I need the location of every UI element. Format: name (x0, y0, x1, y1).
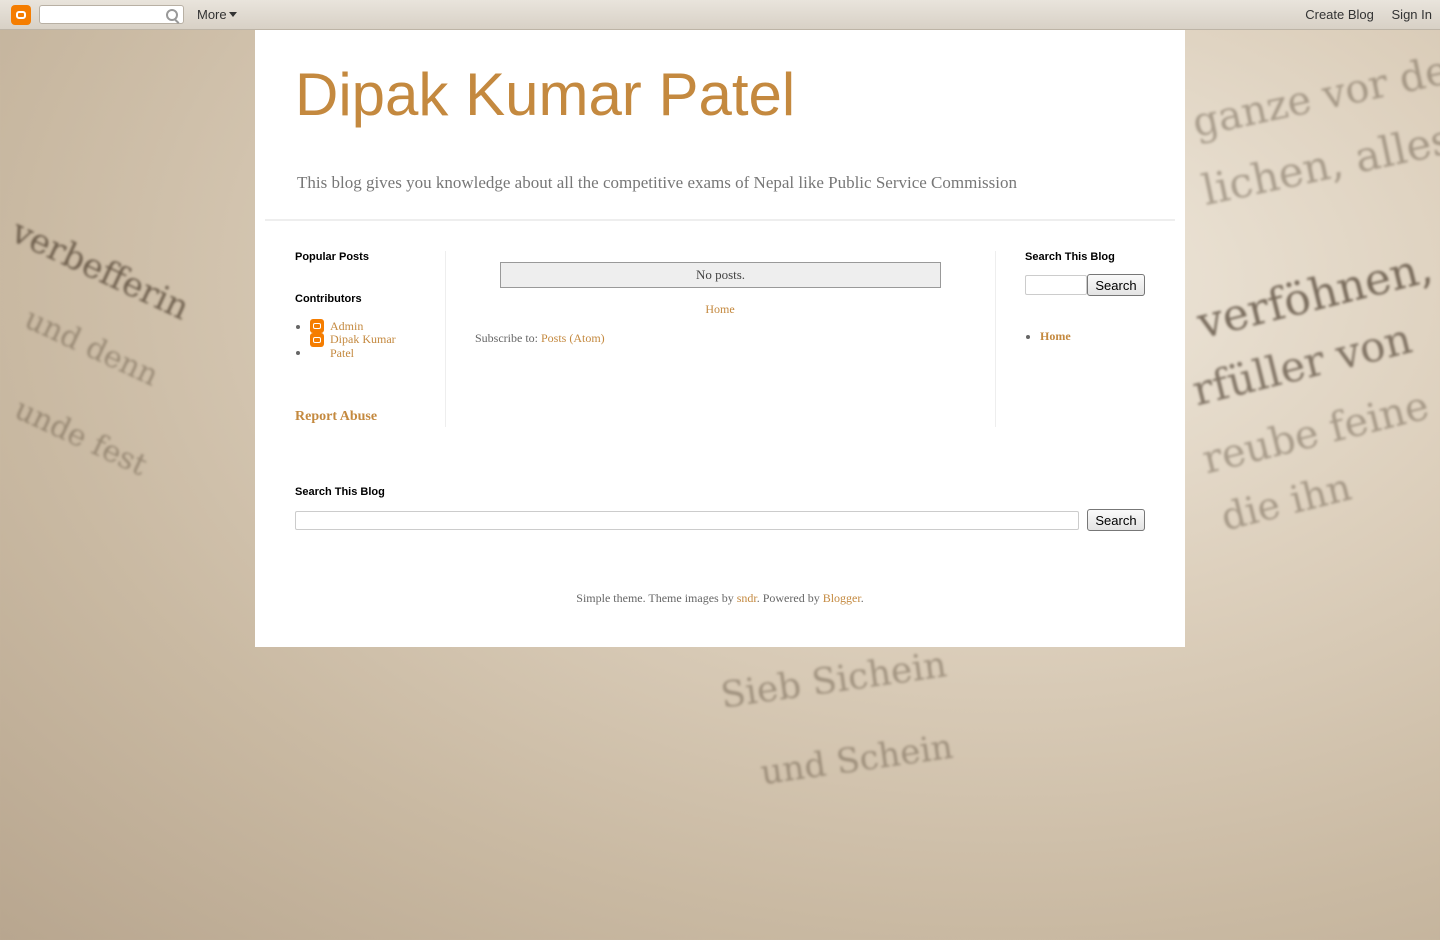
subscribe-prefix: Subscribe to: (475, 331, 538, 345)
footer-search-button[interactable]: Search (1087, 509, 1145, 531)
no-posts-message: No posts. (500, 262, 941, 288)
posts-atom-link[interactable]: Posts (Atom) (541, 331, 605, 345)
blog-description: This blog gives you knowledge about all … (297, 173, 1018, 192)
contributor-item: Dipak Kumar Patel (310, 332, 450, 375)
create-blog-link[interactable]: Create Blog (1305, 7, 1374, 22)
blogger-navbar: More Create Blog Sign In (0, 0, 1440, 30)
search-widget-title: Search This Blog (1025, 251, 1115, 263)
left-sidebar: Popular Posts Contributors Admin Dipak K… (295, 251, 446, 427)
pages-list: Home (1025, 329, 1071, 344)
search-icon[interactable] (166, 9, 178, 21)
blogger-logo-icon[interactable] (11, 5, 31, 25)
subscribe-line: Subscribe to: Posts (Atom) (475, 331, 605, 346)
blogger-link[interactable]: Blogger (823, 591, 861, 605)
sign-in-link[interactable]: Sign In (1392, 7, 1432, 22)
page-item: Home (1040, 329, 1071, 344)
contributors-list: Admin Dipak Kumar Patel (295, 319, 450, 375)
report-abuse-link[interactable]: Report Abuse (295, 409, 377, 425)
page-link-home[interactable]: Home (1040, 329, 1071, 343)
footer-suffix: . (860, 591, 864, 605)
attribution-footer: Simple theme. Theme images by sndr. Powe… (255, 591, 1185, 606)
popular-posts-title: Popular Posts (295, 251, 369, 263)
sidebar-search-button[interactable]: Search (1087, 274, 1145, 296)
more-label: More (197, 7, 227, 22)
footer-prefix: Simple theme. Theme images by (576, 591, 734, 605)
navbar-search-input[interactable] (39, 5, 184, 24)
navbar-right-links: Create Blog Sign In (1291, 7, 1432, 22)
blog-page: Dipak Kumar Patel This blog gives you kn… (255, 30, 1185, 647)
blog-title[interactable]: Dipak Kumar Patel (295, 60, 795, 129)
header-divider (265, 219, 1175, 221)
footer-middle: . Powered by (756, 591, 820, 605)
blogger-profile-icon (310, 333, 324, 347)
more-menu-button[interactable]: More (197, 7, 237, 22)
chevron-down-icon (228, 12, 237, 17)
right-sidebar: Search This Blog Search Home (995, 251, 1146, 427)
contributors-title: Contributors (295, 293, 362, 305)
sidebar-search-input[interactable] (1025, 275, 1087, 295)
contributor-link[interactable]: Dipak Kumar Patel (330, 332, 410, 360)
footer-search-title: Search This Blog (295, 486, 385, 498)
footer-search-input[interactable] (295, 511, 1079, 530)
theme-author-link[interactable]: sndr (737, 591, 757, 605)
blogger-profile-icon (310, 319, 324, 333)
home-link[interactable]: Home (475, 302, 965, 317)
